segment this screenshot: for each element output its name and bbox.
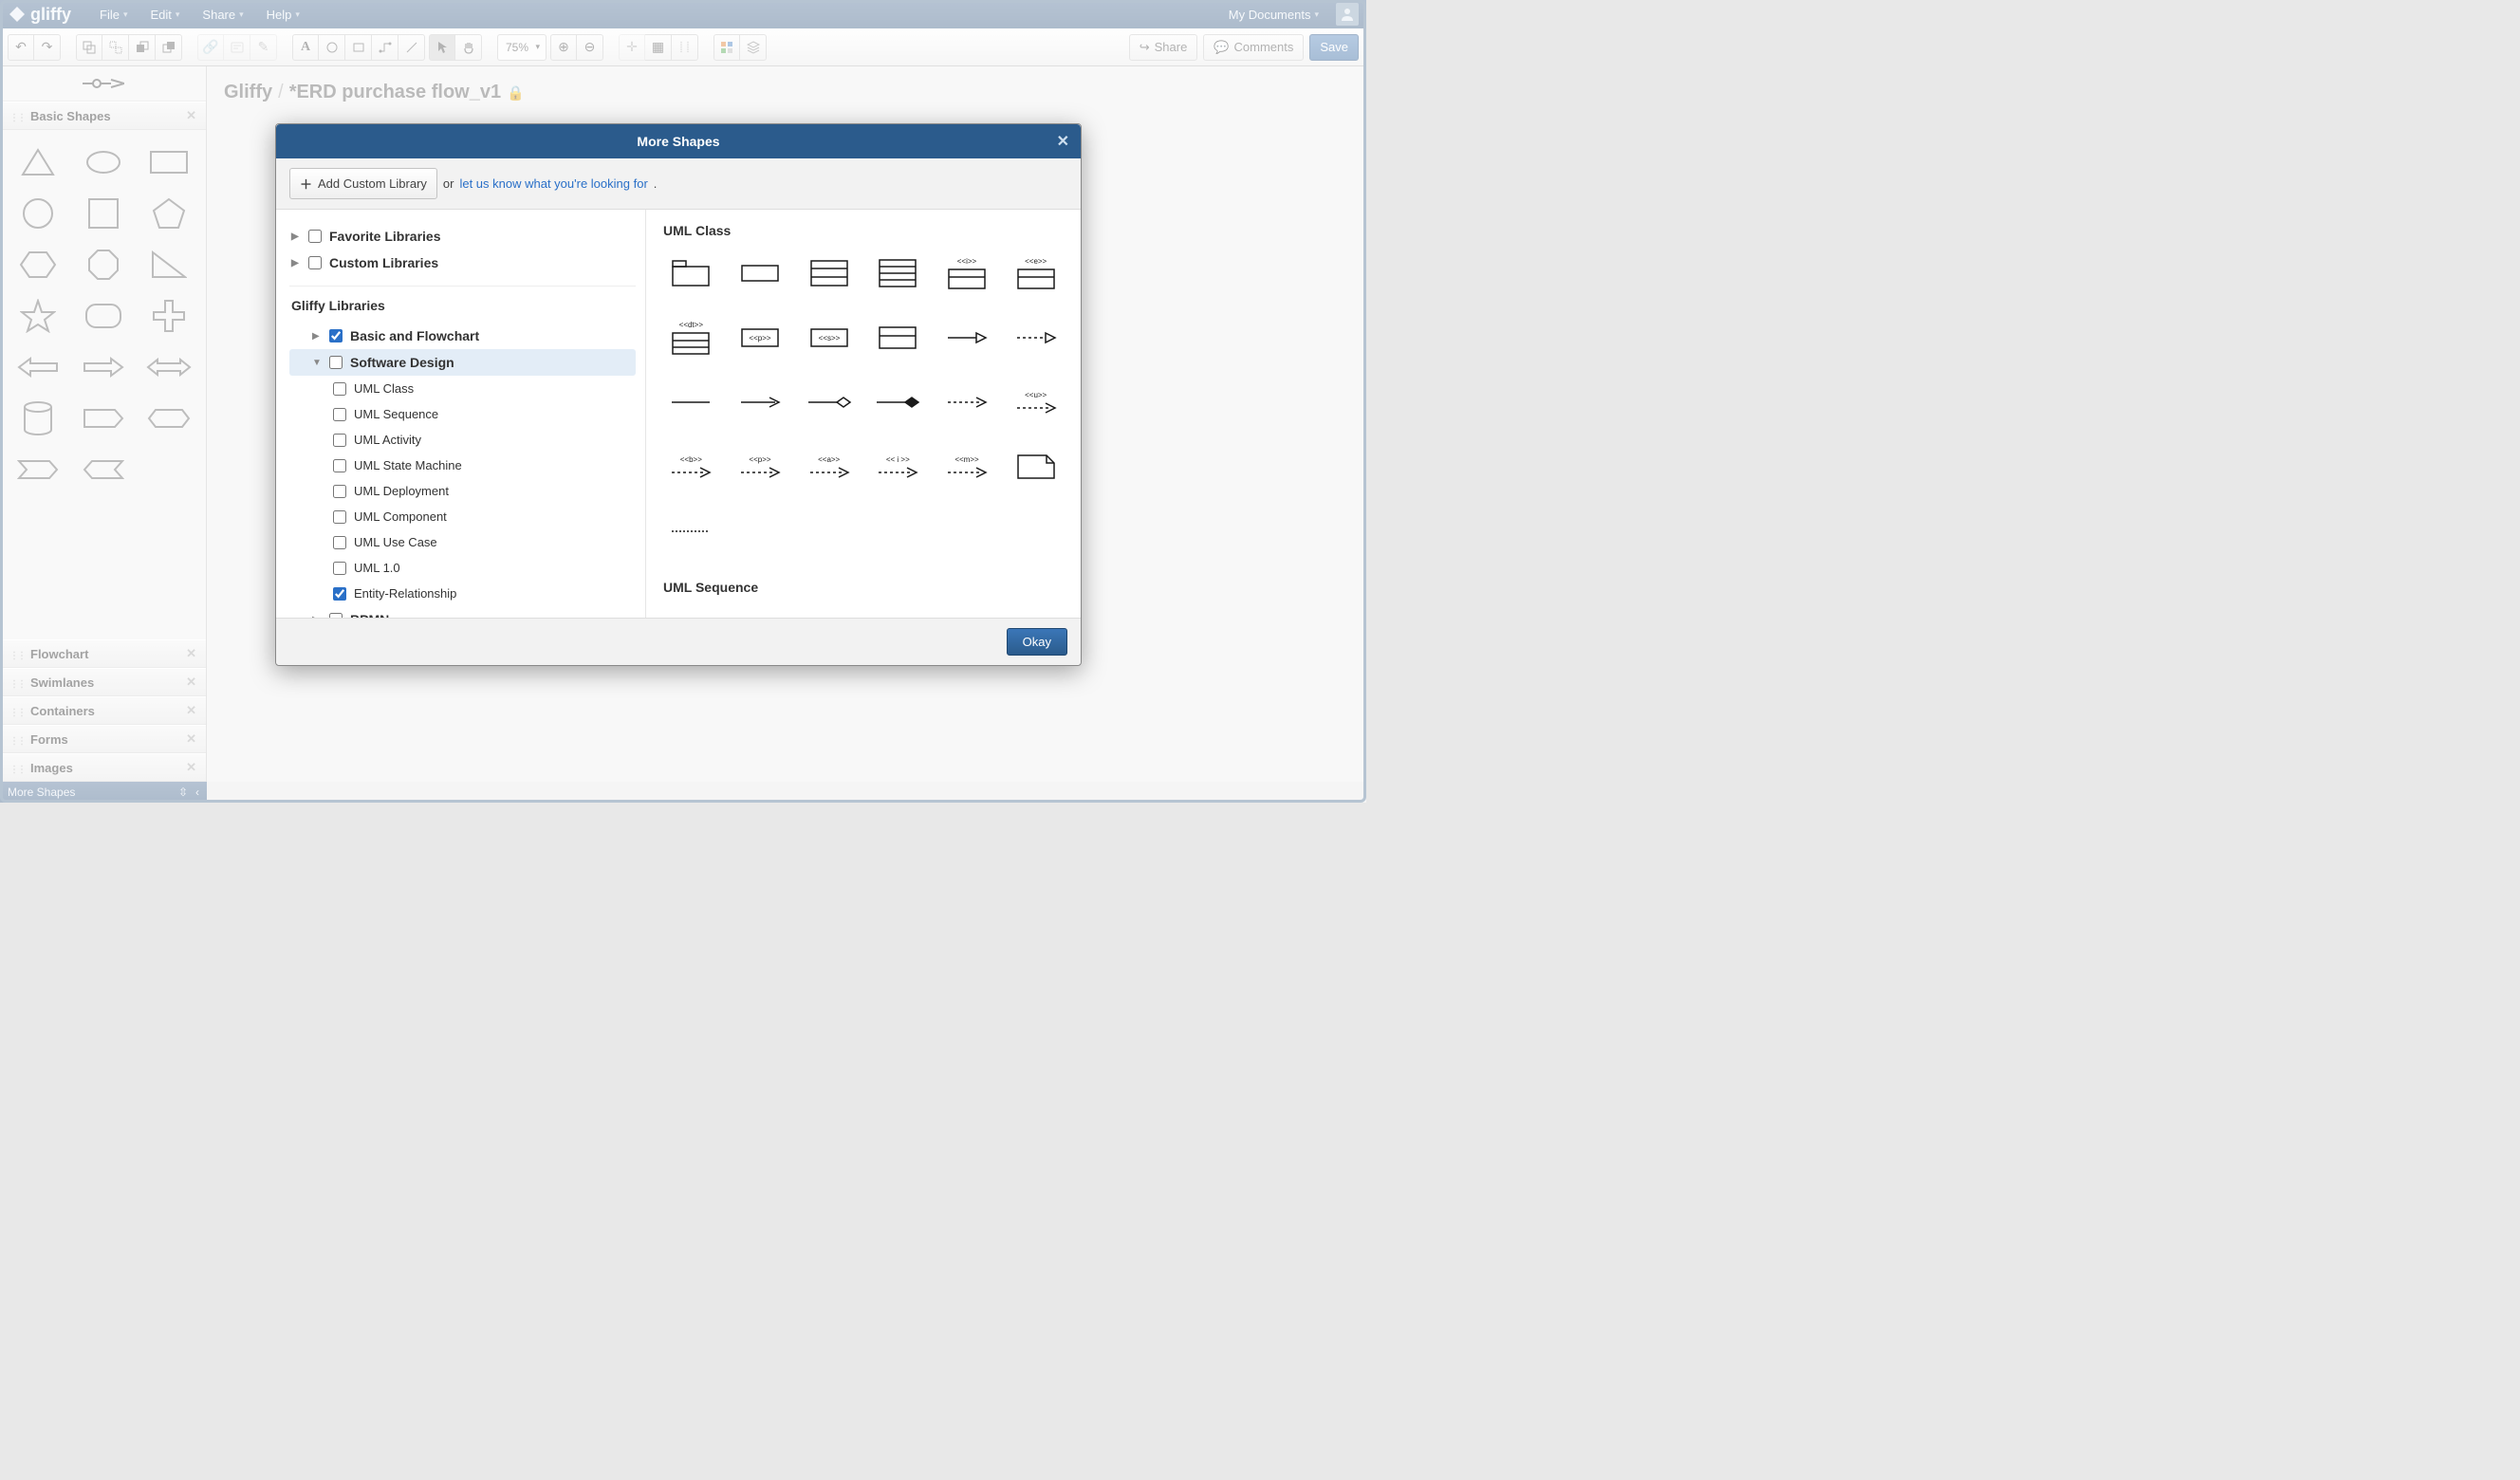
checkbox[interactable] <box>333 459 346 472</box>
shape-realization[interactable] <box>1008 316 1064 360</box>
checkbox[interactable] <box>329 613 343 618</box>
shape-note-anchor[interactable] <box>663 509 719 553</box>
shape-class-3part[interactable] <box>801 251 857 295</box>
checkbox[interactable] <box>333 485 346 498</box>
lib-label: BPMN <box>350 612 389 618</box>
lib-row-uml-1-0[interactable]: UML 1.0 <box>289 555 636 581</box>
shape-signal[interactable]: <<s>> <box>801 316 857 360</box>
library-preview: UML Class <<i>> <<e>> <<dt>> <<p>> <<s>> <box>646 210 1081 618</box>
plus-icon: ＋ <box>300 175 312 193</box>
disclosure-icon[interactable]: ▶ <box>312 331 322 342</box>
lib-row-uml-use-case[interactable]: UML Use Case <box>289 529 636 555</box>
shape-abstraction[interactable]: <<a>> <box>801 445 857 489</box>
preview-title-uml-sequence: UML Sequence <box>663 580 1064 595</box>
feedback-link[interactable]: let us know what you're looking for <box>459 176 647 191</box>
checkbox[interactable] <box>333 510 346 524</box>
checkbox[interactable] <box>333 562 346 575</box>
lib-row-uml-sequence[interactable]: UML Sequence <box>289 401 636 427</box>
shape-class-4part[interactable] <box>870 251 926 295</box>
lib-custom[interactable]: ▶Custom Libraries <box>289 250 636 276</box>
lib-label: UML 1.0 <box>354 561 400 575</box>
shape-generalization[interactable] <box>939 316 995 360</box>
shape-enumeration[interactable]: <<e>> <box>1008 251 1064 295</box>
checkbox[interactable] <box>329 329 343 342</box>
shape-bind[interactable]: <<b>> <box>663 445 719 489</box>
lib-row-uml-deployment[interactable]: UML Deployment <box>289 478 636 504</box>
shape-datatype[interactable]: <<dt>> <box>663 316 719 360</box>
shape-package[interactable] <box>663 251 719 295</box>
shape-usage[interactable]: <<u>> <box>1008 380 1064 424</box>
lib-row-basic-and-flowchart[interactable]: ▶ Basic and Flowchart <box>289 323 636 349</box>
shape-dependency[interactable] <box>939 380 995 424</box>
lib-label: UML Sequence <box>354 407 438 421</box>
checkbox[interactable] <box>333 434 346 447</box>
shape-class-simple[interactable] <box>732 251 788 295</box>
svg-text:<<p>>: <<p>> <box>749 334 770 342</box>
lib-label: UML Use Case <box>354 535 437 549</box>
shape-primitive[interactable]: <<p>> <box>732 316 788 360</box>
lib-row-bpmn[interactable]: ▶ BPMN <box>289 606 636 618</box>
lib-row-software-design[interactable]: ▼ Software Design <box>289 349 636 376</box>
modal-title: More Shapes <box>637 134 719 149</box>
lib-label: UML Activity <box>354 433 421 447</box>
checkbox[interactable] <box>308 256 322 269</box>
modal-close-button[interactable]: ✕ <box>1057 132 1069 151</box>
disclosure-icon[interactable]: ▼ <box>312 358 322 368</box>
lib-row-uml-component[interactable]: UML Component <box>289 504 636 529</box>
preview-title-uml-class: UML Class <box>663 223 1064 238</box>
okay-button[interactable]: Okay <box>1007 628 1067 656</box>
disclosure-icon[interactable]: ▶ <box>312 615 322 619</box>
gliffy-libraries-heading: Gliffy Libraries <box>289 286 636 319</box>
checkbox[interactable] <box>333 587 346 601</box>
shape-association[interactable] <box>663 380 719 424</box>
lib-row-uml-activity[interactable]: UML Activity <box>289 427 636 453</box>
add-custom-library-button[interactable]: ＋ Add Custom Library <box>289 168 437 199</box>
shape-merge[interactable]: <<m>> <box>939 445 995 489</box>
lib-favorite[interactable]: ▶Favorite Libraries <box>289 223 636 250</box>
lib-label: UML State Machine <box>354 458 462 472</box>
modal-toolbar: ＋ Add Custom Library or let us know what… <box>276 158 1081 210</box>
checkbox[interactable] <box>308 230 322 243</box>
shape-import[interactable]: << i >> <box>870 445 926 489</box>
lib-label: Entity-Relationship <box>354 586 456 601</box>
checkbox[interactable] <box>333 382 346 396</box>
modal-body: ▶Favorite Libraries ▶Custom Libraries Gl… <box>276 210 1081 618</box>
modal-header: More Shapes ✕ <box>276 124 1081 158</box>
lib-row-uml-state-machine[interactable]: UML State Machine <box>289 453 636 478</box>
checkbox[interactable] <box>329 356 343 369</box>
shape-note[interactable] <box>1008 445 1064 489</box>
shape-directed-assoc[interactable] <box>732 380 788 424</box>
lib-label: UML Class <box>354 381 414 396</box>
checkbox[interactable] <box>333 536 346 549</box>
shape-aggregation[interactable] <box>801 380 857 424</box>
checkbox[interactable] <box>333 408 346 421</box>
preview-grid-uml-class: <<i>> <<e>> <<dt>> <<p>> <<s>> <<u>> <<b… <box>663 251 1064 553</box>
lib-label: Basic and Flowchart <box>350 328 479 343</box>
lib-label: UML Component <box>354 509 447 524</box>
or-text: or <box>443 176 454 191</box>
shape-interface[interactable]: <<i>> <box>939 251 995 295</box>
lib-label: UML Deployment <box>354 484 449 498</box>
lib-label: Software Design <box>350 355 454 370</box>
lib-row-entity-relationship[interactable]: Entity-Relationship <box>289 581 636 606</box>
shape-object[interactable] <box>870 316 926 360</box>
modal-footer: Okay <box>276 618 1081 665</box>
shape-permit[interactable]: <<p>> <box>732 445 788 489</box>
more-shapes-dialog: More Shapes ✕ ＋ Add Custom Library or le… <box>275 123 1082 666</box>
shape-composition[interactable] <box>870 380 926 424</box>
library-tree: ▶Favorite Libraries ▶Custom Libraries Gl… <box>276 210 646 618</box>
svg-text:<<s>>: <<s>> <box>818 334 840 342</box>
lib-row-uml-class[interactable]: UML Class <box>289 376 636 401</box>
